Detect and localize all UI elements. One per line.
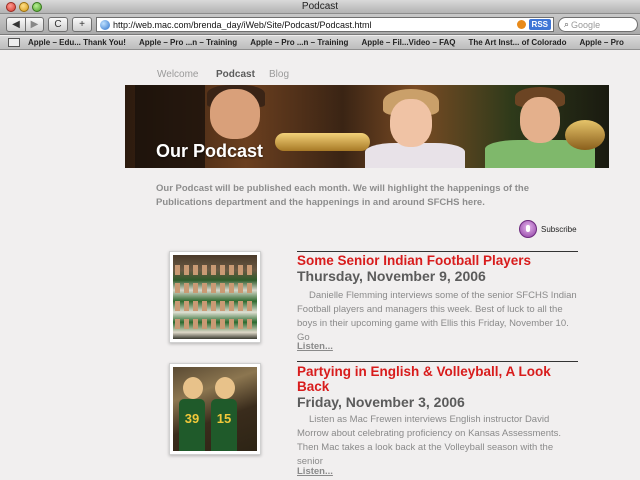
bookmarks-bar: Apple – Edu... Thank You! Apple – Pro ..… [0,36,640,50]
add-bookmark-button[interactable]: + [72,17,92,32]
bookmark-item[interactable]: Apple – Pro ...n – Training [250,38,348,47]
window-titlebar: Podcast [0,0,640,14]
podcast-icon [519,220,537,238]
rss-button[interactable]: RSS [528,19,551,30]
listen-link[interactable]: Listen... [297,341,333,352]
episode-title[interactable]: Some Senior Indian Football Players [297,253,579,268]
forward-button[interactable]: ▶ [26,17,44,32]
entry-divider [297,361,578,362]
podcast-intro-text: Our Podcast will be published each month… [156,183,529,208]
nav-item-blog[interactable]: Blog [269,69,289,80]
search-placeholder: Google [571,19,601,30]
browser-toolbar: ◀ ▶ C + http://web.mac.com/brenda_day/iW… [0,14,640,35]
address-url[interactable]: http://web.mac.com/brenda_day/iWeb/Site/… [113,20,517,30]
plus-icon: + [79,19,85,30]
globe-icon [100,19,110,30]
volleyball-team-photo: 39 15 [173,367,257,451]
listen-link[interactable]: Listen... [297,466,333,477]
search-icon: ⌕ [564,19,570,29]
episode-date: Friday, November 3, 2006 [297,394,465,410]
entry-divider [297,251,578,252]
address-bar[interactable]: http://web.mac.com/brenda_day/iWeb/Site/… [96,17,554,32]
subscribe-label: Subscribe [541,224,577,234]
nav-item-podcast[interactable]: Podcast [216,69,255,80]
episode-title[interactable]: Partying in English & Volleyball, A Look… [297,364,579,394]
bookmark-item[interactable]: The Art Inst... of Colorado [469,38,567,47]
episode-thumbnail[interactable] [169,251,261,343]
window-title: Podcast [301,1,339,12]
subscribe-button[interactable]: Subscribe [519,220,577,238]
back-arrow-icon: ◀ [12,19,20,30]
reload-button[interactable]: C [48,17,68,32]
football-team-photo [173,255,257,339]
bookmark-item[interactable]: Apple – Fil...Video – FAQ [361,38,455,47]
bookmark-item[interactable]: Apple – Edu... Thank You! [28,38,126,47]
episode-date: Thursday, November 9, 2006 [297,268,486,284]
feed-icon [516,20,526,29]
episode-thumbnail[interactable]: 39 15 [169,363,261,455]
bookmarks-book-icon[interactable] [8,38,20,47]
jersey-number: 39 [179,399,205,451]
nav-item-welcome[interactable]: Welcome [157,69,199,80]
reload-icon: C [54,19,62,30]
bookmark-item[interactable]: Apple – Pro ...n – Training [139,38,237,47]
back-button[interactable]: ◀ [6,17,26,32]
episode-description: Danielle Flemming interviews some of the… [297,290,577,343]
page-title: Our Podcast [156,141,264,161]
jersey-number: 15 [211,399,237,451]
bookmark-item[interactable]: Apple – Pro [579,38,623,47]
episode-description: Listen as Mac Frewen interviews English … [297,414,562,467]
forward-arrow-icon: ▶ [30,19,39,30]
search-field[interactable]: ⌕ Google [558,17,638,32]
podcast-banner-photo: Our Podcast [125,85,609,168]
